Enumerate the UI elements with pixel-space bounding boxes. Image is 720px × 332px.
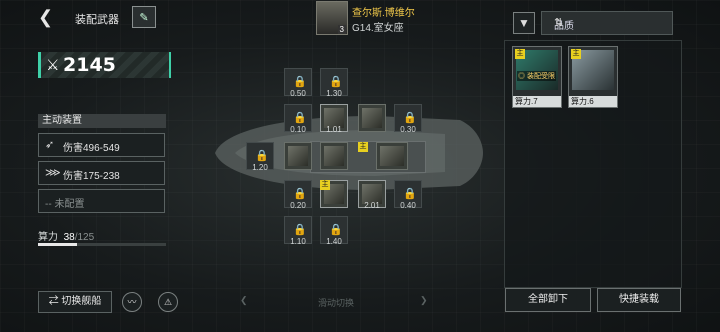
lock-icon: 🔒 [293, 76, 307, 88]
unload-all-button[interactable]: 全部卸下 [505, 288, 591, 312]
slot-value: 0.20 [290, 201, 306, 210]
lock-icon: 🔒 [255, 150, 269, 162]
slot-value: 1.01 [326, 125, 342, 134]
main-tag: 主 [358, 142, 368, 152]
sort-icon[interactable]: ⇅ [554, 16, 664, 29]
lock-icon: 🔒 [293, 112, 307, 124]
filter-icon: ▼ [518, 16, 530, 30]
pilot-class: G14.室女座 [352, 23, 404, 34]
page-title: 装配武器 [75, 14, 119, 26]
slot-value: 0.50 [290, 89, 306, 98]
slot-value: 1.30 [326, 89, 342, 98]
quality-dropdown[interactable]: 品质 ⇅ [541, 11, 673, 35]
compute-bar-fill [38, 243, 77, 246]
main-tag: 主 [515, 49, 525, 59]
wing-icon: ➶ [45, 139, 55, 151]
equipment-slot-filled[interactable] [284, 142, 312, 170]
crossed-swords-icon: ⚔ [46, 57, 60, 74]
slot-value: 0.40 [400, 201, 416, 210]
lock-icon: 🔒 [403, 112, 417, 124]
pilot-name: 查尔斯.博维尔 [352, 8, 415, 19]
lock-icon: 🔒 [403, 188, 417, 200]
inventory-card[interactable]: 主 ◎ 装配受限 算力.7 [512, 46, 562, 108]
power-value: 2145 [63, 54, 116, 76]
lock-icon: 🔒 [329, 224, 343, 236]
card-compute-label: 算力.7 [513, 96, 561, 107]
lock-icon: 🔒 [329, 76, 343, 88]
card-compute-label: 算力.6 [569, 96, 617, 107]
active-equipment-header: 主动装置 [38, 114, 166, 128]
main-tag: 主 [320, 180, 330, 190]
slot-value: 0.10 [290, 125, 306, 134]
slot-value: 1.20 [252, 163, 268, 172]
filter-button[interactable]: ▼ [513, 12, 535, 34]
turret-module-icon [288, 146, 308, 166]
power-display: ⚔ 2145 [38, 52, 171, 78]
slot-value: 0.30 [400, 125, 416, 134]
pilot-level: 3 [337, 25, 346, 34]
equipment-slot-filled[interactable] [320, 142, 348, 170]
main-tag: 主 [571, 49, 581, 59]
pilot-avatar[interactable]: 3 [316, 1, 348, 35]
equipment-slot-filled[interactable] [358, 104, 386, 132]
compute-label: 算力 38/125 [38, 232, 95, 243]
triangle-icon[interactable]: ⚠ [158, 292, 178, 312]
claw-icon: ⋙ [45, 167, 61, 179]
cannon-module-icon [362, 108, 382, 128]
weapon-type-icon[interactable]: ✎ [132, 6, 156, 28]
slot-value: 1.40 [326, 237, 342, 246]
inventory-card[interactable]: 主 算力.6 [568, 46, 618, 108]
switch-ship-button[interactable]: ⇄ 切换舰船 [38, 291, 112, 313]
right-arrow-icon: ❯ [420, 295, 428, 305]
active-equipment-item[interactable]: -- 未配置 [38, 189, 165, 213]
equipment-slot-filled[interactable] [376, 142, 408, 170]
launcher-module-icon [380, 146, 404, 166]
quick-equip-button[interactable]: 快捷装载 [597, 288, 681, 312]
active-equipment-item[interactable]: ⋙ 伤害175-238 [38, 161, 165, 185]
back-button[interactable]: ❮ [38, 8, 56, 26]
slot-value: 2.01 [364, 201, 380, 210]
compute-bar [38, 243, 166, 246]
wave-icon[interactable]: 〰 [122, 292, 142, 312]
slot-value: 1.10 [290, 237, 306, 246]
lock-icon: 🔒 [293, 224, 307, 236]
turret-module-icon [324, 146, 344, 166]
left-arrow-icon: ❮ [240, 295, 248, 305]
lock-icon: 🔒 [293, 188, 307, 200]
restricted-status: ◎ 装配受限 [517, 71, 556, 81]
active-equipment-item[interactable]: ➶ 伤害496-549 [38, 133, 165, 157]
